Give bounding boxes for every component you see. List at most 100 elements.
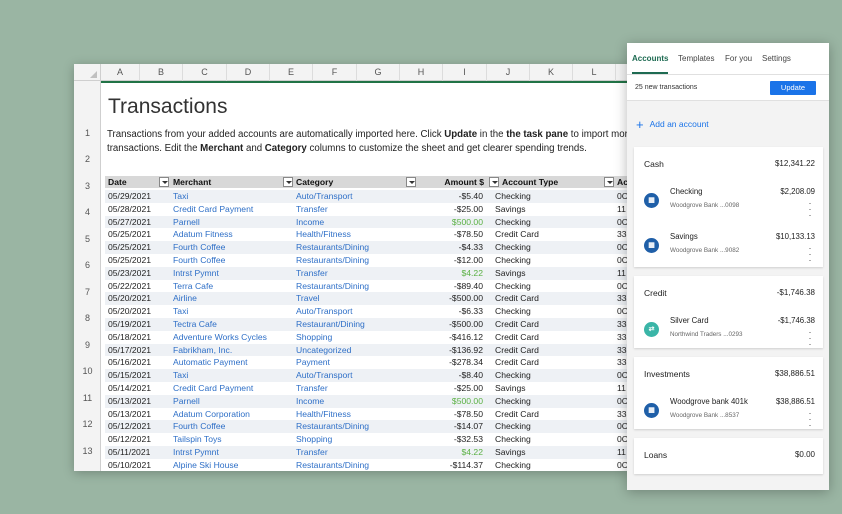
cell-amount[interactable]: -$25.00 [405, 382, 483, 395]
row-number[interactable]: 8 [74, 313, 101, 323]
cell-merchant[interactable]: Fourth Coffee [173, 241, 225, 254]
cell-merchant[interactable]: Alpine Ski House [173, 459, 238, 471]
cell-merchant[interactable]: Credit Card Payment [173, 203, 253, 216]
cell-category[interactable]: Travel [296, 292, 320, 305]
cell-account-type[interactable]: Savings [495, 382, 526, 395]
cell-category[interactable]: Shopping [296, 433, 332, 446]
cell-amount[interactable]: -$278.34 [405, 356, 483, 369]
cell-account-type[interactable]: Credit Card [495, 408, 539, 421]
cell-date[interactable]: 05/29/2021 [108, 190, 151, 203]
table-row[interactable]: 05/15/2021 Taxi Auto/Transport -$8.40 Checki… [105, 369, 630, 382]
table-row[interactable]: 05/23/2021 Intrst Pymnt Transfer $4.22 Savin… [105, 266, 630, 280]
cell-account-extra[interactable]: 11 [617, 382, 626, 395]
account-type-filter-dropdown[interactable] [604, 177, 614, 187]
cell-date[interactable]: 05/14/2021 [108, 382, 151, 395]
cell-amount[interactable]: -$500.00 [405, 292, 483, 305]
table-row[interactable]: 05/14/2021 Credit Card Payment Transfer -$2… [105, 382, 630, 395]
cell-merchant[interactable]: Intrst Pymnt [173, 446, 219, 459]
tab-templates[interactable]: Templates [678, 54, 714, 63]
cell-amount[interactable]: -$14.07 [405, 420, 483, 433]
amount-filter-dropdown[interactable] [489, 177, 499, 187]
cell-merchant[interactable]: Fourth Coffee [173, 254, 225, 267]
table-row[interactable]: 05/13/2021 Adatum Corporation Health/Fitne… [105, 408, 630, 421]
cell-account-type[interactable]: Checking [495, 459, 531, 471]
cell-merchant[interactable]: Tectra Cafe [173, 318, 217, 331]
cell-date[interactable]: 05/23/2021 [108, 267, 151, 280]
cell-account-extra[interactable]: 11 [617, 267, 626, 280]
cell-amount[interactable]: -$89.40 [405, 280, 483, 293]
cell-date[interactable]: 05/25/2021 [108, 254, 151, 267]
row-number[interactable]: 6 [74, 260, 101, 270]
table-row[interactable]: 05/12/2021 Tailspin Toys Shopping -$32.53 Ch… [105, 433, 630, 446]
cell-merchant[interactable]: Adatum Corporation [173, 408, 250, 421]
more-options-icon[interactable]: · · · [808, 199, 812, 220]
header-merchant[interactable]: Merchant [173, 176, 211, 188]
cell-date[interactable]: 05/19/2021 [108, 318, 151, 331]
cell-account-extra[interactable]: 11 [617, 446, 626, 459]
cell-merchant[interactable]: Tailspin Toys [173, 433, 222, 446]
column-letter-c[interactable]: C [183, 64, 227, 81]
cell-merchant[interactable]: Taxi [173, 190, 188, 203]
cell-category[interactable]: Transfer [296, 382, 328, 395]
date-filter-dropdown[interactable] [159, 177, 169, 187]
category-filter-dropdown[interactable] [406, 177, 416, 187]
row-number[interactable]: 4 [74, 207, 101, 217]
tab-accounts[interactable]: Accounts [632, 54, 668, 63]
cell-merchant[interactable]: Parnell [173, 395, 200, 408]
table-row[interactable]: 05/29/2021 Taxi Auto/Transport -$5.40 Checki… [105, 190, 630, 203]
cell-date[interactable]: 05/25/2021 [108, 228, 151, 241]
table-row[interactable]: 05/16/2021 Automatic Payment Payment -$278.… [105, 356, 630, 369]
account-item[interactable]: ▦ Woodgrove bank 401k Woodgrove Bank ...85… [634, 395, 823, 431]
cell-category[interactable]: Uncategorized [296, 344, 351, 357]
table-row[interactable]: 05/13/2021 Parnell Income $500.00 Checking 0C [105, 394, 630, 408]
cell-account-type[interactable]: Savings [495, 446, 526, 459]
cell-date[interactable]: 05/27/2021 [108, 216, 151, 229]
header-category[interactable]: Category [296, 176, 333, 188]
cell-merchant[interactable]: Airline [173, 292, 197, 305]
row-number[interactable]: 5 [74, 234, 101, 244]
table-row[interactable]: 05/19/2021 Tectra Cafe Restaurant/Dining -$… [105, 318, 630, 331]
cell-account-extra[interactable]: 33 [617, 228, 627, 241]
cell-date[interactable]: 05/12/2021 [108, 433, 151, 446]
table-row[interactable]: 05/17/2021 Fabrikham, Inc. Uncategorized -$… [105, 343, 630, 357]
tab-for-you[interactable]: For you [725, 54, 752, 63]
cell-account-extra[interactable]: 33 [617, 331, 627, 344]
column-letter-k[interactable]: K [530, 64, 573, 81]
column-letter-h[interactable]: H [400, 64, 443, 81]
cell-date[interactable]: 05/10/2021 [108, 459, 151, 471]
column-letter-b[interactable]: B [140, 64, 183, 81]
cell-merchant[interactable]: Terra Cafe [173, 280, 213, 293]
table-row[interactable]: 05/12/2021 Fourth Coffee Restaurants/Dinin… [105, 420, 630, 434]
row-number[interactable]: 7 [74, 287, 101, 297]
cell-category[interactable]: Restaurants/Dining [296, 254, 369, 267]
cell-account-extra[interactable]: 33 [617, 292, 627, 305]
header-amount[interactable]: Amount $ [444, 176, 484, 188]
more-options-icon[interactable]: · · · [808, 244, 812, 265]
cell-merchant[interactable]: Automatic Payment [173, 356, 248, 369]
cell-amount[interactable]: -$78.50 [405, 228, 483, 241]
cell-category[interactable]: Restaurant/Dining [296, 318, 365, 331]
cell-account-type[interactable]: Credit Card [495, 344, 539, 357]
table-row[interactable]: 05/20/2021 Airline Travel -$500.00 Credit Ca… [105, 292, 630, 306]
cell-date[interactable]: 05/16/2021 [108, 356, 151, 369]
row-number[interactable]: 3 [74, 181, 101, 191]
column-letter-a[interactable]: A [101, 64, 140, 81]
cell-amount[interactable]: -$32.53 [405, 433, 483, 446]
column-letter-e[interactable]: E [270, 64, 313, 81]
cell-date[interactable]: 05/11/2021 [108, 446, 150, 459]
cell-category[interactable]: Restaurants/Dining [296, 459, 369, 471]
cell-amount[interactable]: -$6.33 [405, 305, 483, 318]
cell-amount[interactable]: -$8.40 [405, 369, 483, 382]
cell-category[interactable]: Restaurants/Dining [296, 241, 369, 254]
column-letter-i[interactable]: I [443, 64, 487, 81]
cell-category[interactable]: Transfer [296, 267, 328, 280]
cell-account-type[interactable]: Checking [495, 433, 531, 446]
cell-merchant[interactable]: Fourth Coffee [173, 420, 225, 433]
column-letter-j[interactable]: J [487, 64, 530, 81]
table-row[interactable]: 05/27/2021 Parnell Income $500.00 Checking 0C [105, 215, 630, 229]
header-date[interactable]: Date [108, 176, 127, 188]
cell-amount[interactable]: -$500.00 [405, 318, 483, 331]
cell-category[interactable]: Income [296, 216, 324, 229]
cell-date[interactable]: 05/18/2021 [108, 331, 151, 344]
cell-date[interactable]: 05/20/2021 [108, 292, 151, 305]
